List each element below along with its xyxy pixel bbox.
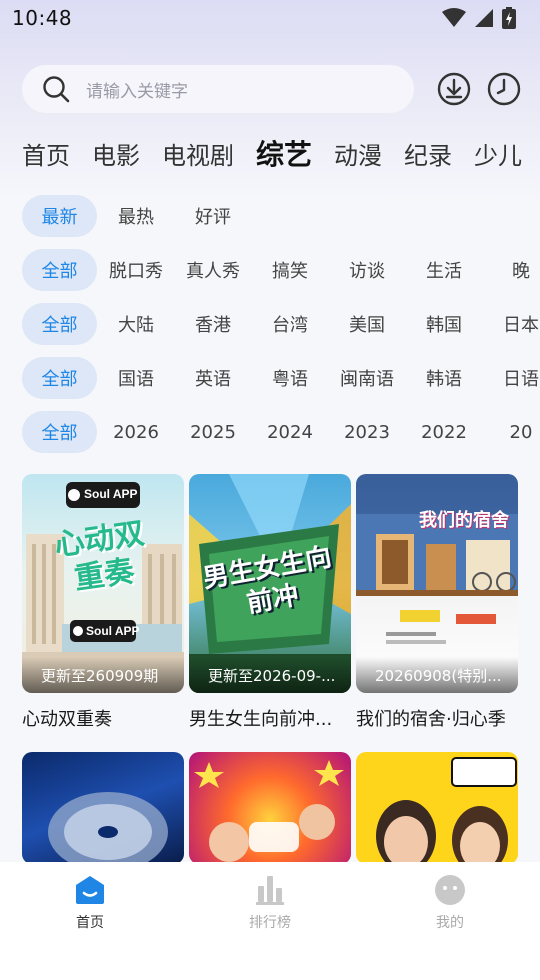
filter-chip[interactable]: 英语 <box>175 357 251 399</box>
tab-anime[interactable]: 动漫 <box>334 136 382 171</box>
poster-art <box>48 792 168 864</box>
filter-chip[interactable]: 闽南语 <box>329 357 405 399</box>
filter-row-sort: 最新 最热 好评 <box>22 194 540 238</box>
update-label: 更新至260909期 <box>22 657 184 693</box>
poster-image <box>356 752 518 864</box>
card-title: 我们的宿舍·归心季 <box>356 709 506 730</box>
signal-icon <box>475 9 493 27</box>
filter-row-type: 全部 脱口秀 真人秀 搞笑 访谈 生活 晚 <box>22 248 540 292</box>
filter-chip[interactable]: 全部 <box>22 249 97 291</box>
poster-image: Soul APP Soul APP 心动双重奏 更新至260909期 <box>22 474 184 693</box>
filter-chip[interactable]: 2024 <box>252 411 328 453</box>
poster-brand-bottom: Soul APP <box>86 624 140 638</box>
show-card[interactable]: Soul APP Soul APP 心动双重奏 更新至260909期 心动双重奏 <box>22 474 184 731</box>
battery-icon <box>502 7 516 29</box>
card-title: 心动双重奏 <box>22 709 112 730</box>
show-card[interactable] <box>22 752 184 864</box>
search-input[interactable]: 请输入关键字 <box>22 65 415 113</box>
tab-documentary[interactable]: 纪录 <box>404 136 452 171</box>
status-icons <box>442 7 516 29</box>
filter-chip[interactable]: 日本 <box>483 303 540 345</box>
nav-label: 我的 <box>436 915 464 931</box>
filter-chip[interactable]: 最新 <box>22 195 97 237</box>
show-card[interactable]: 我们的宿舍 20260908(特别... 我们的宿舍·归心季 <box>356 474 518 731</box>
chart-icon <box>256 876 284 905</box>
tab-home[interactable]: 首页 <box>22 136 70 171</box>
filter-chip[interactable]: 脱口秀 <box>98 249 174 291</box>
profile-icon <box>435 875 465 905</box>
history-button[interactable] <box>486 71 522 107</box>
status-bar: 10:48 <box>0 0 540 36</box>
nav-item-profile[interactable]: 我的 <box>360 874 540 980</box>
filter-chip[interactable]: 香港 <box>175 303 251 345</box>
filter-chip[interactable]: 韩语 <box>406 357 482 399</box>
home-icon <box>76 876 104 904</box>
filter-chip[interactable]: 晚 <box>483 249 540 291</box>
search-placeholder: 请输入关键字 <box>86 81 188 102</box>
show-card[interactable]: 男生女生向前冲 更新至2026-09-... 男生女生向前冲... <box>189 474 351 731</box>
card-title: 男生女生向前冲... <box>189 709 333 730</box>
filter-chip[interactable]: 全部 <box>22 411 97 453</box>
filter-row-region: 全部 大陆 香港 台湾 美国 韩国 日本 <box>22 302 540 346</box>
filter-chip[interactable]: 2026 <box>98 411 174 453</box>
search-row: 请输入关键字 <box>22 64 522 114</box>
status-time: 10:48 <box>12 6 73 30</box>
tab-variety[interactable]: 综艺 <box>256 133 312 173</box>
filter-chip[interactable]: 2025 <box>175 411 251 453</box>
filter-chip[interactable]: 20 <box>483 411 540 453</box>
poster-image: 男生女生向前冲 更新至2026-09-... <box>189 474 351 693</box>
update-label: 20260908(特别... <box>356 657 518 693</box>
clock-icon <box>487 72 521 106</box>
filter-chip[interactable]: 真人秀 <box>175 249 251 291</box>
tab-movie[interactable]: 电影 <box>92 136 140 171</box>
filter-chip[interactable]: 全部 <box>22 303 97 345</box>
bottom-nav: 首页 排行榜 我的 <box>0 862 540 980</box>
filter-chip[interactable]: 台湾 <box>252 303 328 345</box>
search-icon <box>43 76 70 103</box>
filter-chip[interactable]: 韩国 <box>406 303 482 345</box>
show-card[interactable] <box>189 752 351 864</box>
poster-title-art: 心动双重奏 <box>52 516 147 597</box>
filter-chip[interactable]: 最热 <box>98 195 174 237</box>
filter-chip[interactable]: 全部 <box>22 357 97 399</box>
filter-chip[interactable]: 生活 <box>406 249 482 291</box>
poster-image: 我们的宿舍 20260908(特别... <box>356 474 518 693</box>
category-tabs: 首页 电影 电视剧 综艺 动漫 纪录 少儿 <box>22 132 540 174</box>
download-icon <box>438 72 471 106</box>
tab-tv-series[interactable]: 电视剧 <box>162 136 234 171</box>
filter-row-language: 全部 国语 英语 粤语 闽南语 韩语 日语 <box>22 356 540 400</box>
filter-chip[interactable]: 访谈 <box>329 249 405 291</box>
filter-chip[interactable]: 2023 <box>329 411 405 453</box>
filter-chip[interactable]: 搞笑 <box>252 249 328 291</box>
show-card[interactable] <box>356 752 518 864</box>
filter-chip[interactable]: 日语 <box>483 357 540 399</box>
poster-art <box>376 757 517 864</box>
update-label: 更新至2026-09-... <box>189 657 351 693</box>
wifi-icon <box>442 8 466 27</box>
filter-chip[interactable]: 大陆 <box>98 303 174 345</box>
filter-chip[interactable]: 国语 <box>98 357 174 399</box>
filter-row-year: 全部 2026 2025 2024 2023 2022 20 <box>22 410 540 454</box>
nav-item-ranking[interactable]: 排行榜 <box>180 874 360 980</box>
filter-chip[interactable]: 2022 <box>406 411 482 453</box>
nav-label: 首页 <box>76 915 104 931</box>
poster-image <box>189 752 351 864</box>
download-button[interactable] <box>436 71 472 107</box>
filter-chip[interactable]: 美国 <box>329 303 405 345</box>
nav-item-home[interactable]: 首页 <box>0 874 180 980</box>
poster-title-art: 我们的宿舍 <box>419 510 509 531</box>
filter-chip[interactable]: 好评 <box>175 195 251 237</box>
poster-art <box>194 760 344 862</box>
poster-image <box>22 752 184 864</box>
tab-kids[interactable]: 少儿 <box>474 136 522 171</box>
poster-brand-top: Soul APP <box>84 487 138 501</box>
filter-chip[interactable]: 粤语 <box>252 357 328 399</box>
nav-label: 排行榜 <box>249 915 291 931</box>
